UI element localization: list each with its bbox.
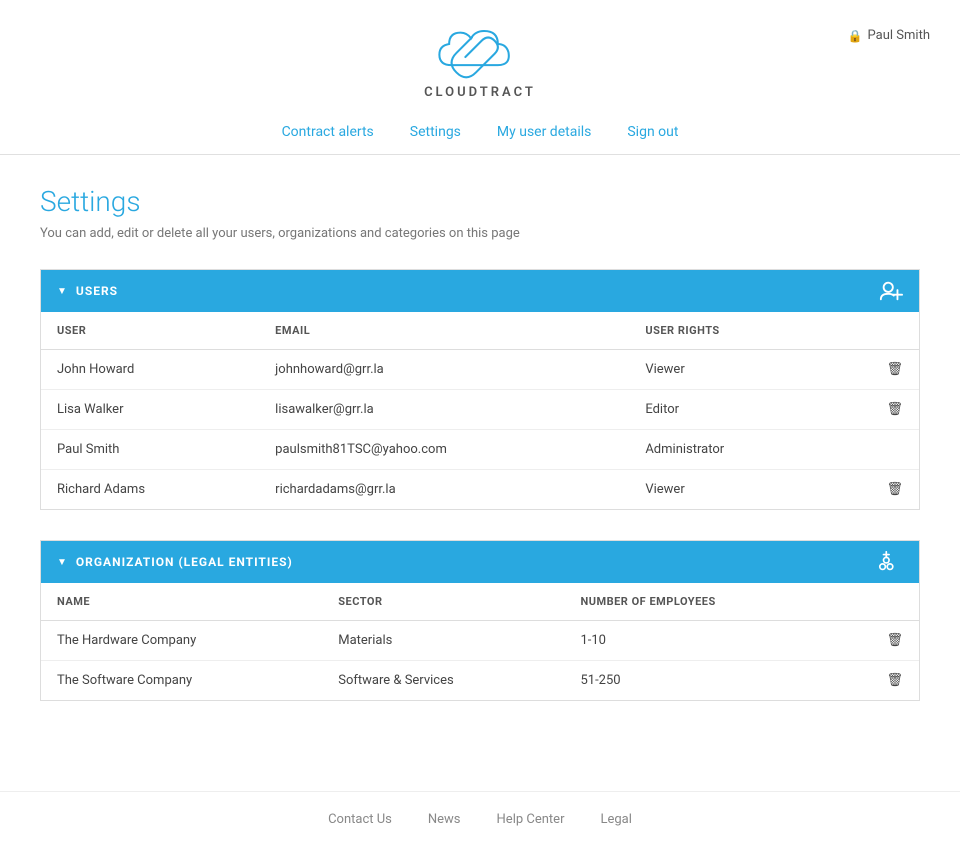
delete-user-button[interactable]: 🗑: [831, 350, 919, 390]
delete-user-button[interactable]: 🗑: [831, 390, 919, 430]
org-sector-cell: Software & Services: [322, 661, 564, 701]
user-name: Paul Smith: [868, 28, 930, 43]
nav-my-user-details[interactable]: My user details: [497, 124, 591, 140]
table-row: Paul Smith paulsmith81TSC@yahoo.com Admi…: [41, 430, 919, 470]
table-row: John Howard johnhoward@grr.la Viewer 🗑: [41, 350, 919, 390]
add-org-button[interactable]: [877, 551, 903, 573]
org-col-sector: SECTOR: [322, 583, 564, 621]
footer-legal[interactable]: Legal: [600, 812, 631, 827]
main-nav: Contract alerts Settings My user details…: [282, 110, 679, 154]
user-email-cell: johnhoward@grr.la: [259, 350, 629, 390]
user-rights-cell: Viewer: [629, 350, 830, 390]
org-col-employees: NUMBER OF EMPLOYEES: [564, 583, 839, 621]
user-email-cell: richardadams@grr.la: [259, 470, 629, 510]
main-content: Settings You can add, edit or delete all…: [20, 155, 940, 791]
user-email-cell: paulsmith81TSC@yahoo.com: [259, 430, 629, 470]
footer: Contact Us News Help Center Legal: [0, 791, 960, 847]
delete-user-button: [831, 430, 919, 470]
org-employees-cell: 51-250: [564, 661, 839, 701]
user-name-cell: John Howard: [41, 350, 259, 390]
nav-settings[interactable]: Settings: [410, 124, 461, 140]
users-col-user: USER: [41, 312, 259, 350]
table-row: Lisa Walker lisawalker@grr.la Editor 🗑: [41, 390, 919, 430]
logo: CLOUDTRACT: [424, 18, 536, 100]
users-col-action: [831, 312, 919, 350]
delete-org-button[interactable]: 🗑: [839, 661, 919, 701]
brand-name: CLOUDTRACT: [424, 85, 536, 100]
table-row: The Software Company Software & Services…: [41, 661, 919, 701]
user-rights-cell: Editor: [629, 390, 830, 430]
user-email-cell: lisawalker@grr.la: [259, 390, 629, 430]
org-name-cell: The Hardware Company: [41, 621, 322, 661]
org-section-header: ▼ ORGANIZATION (LEGAL ENTITIES): [41, 541, 919, 583]
lock-icon: 🔒: [848, 29, 863, 43]
table-row: The Hardware Company Materials 1-10 🗑: [41, 621, 919, 661]
header: CLOUDTRACT 🔒 Paul Smith Contract alerts …: [0, 0, 960, 155]
org-section-title: ▼ ORGANIZATION (LEGAL ENTITIES): [57, 555, 293, 569]
org-section: ▼ ORGANIZATION (LEGAL ENTITIES) NAME SEC…: [40, 540, 920, 701]
org-col-action: [839, 583, 919, 621]
user-name-cell: Richard Adams: [41, 470, 259, 510]
user-rights-cell: Viewer: [629, 470, 830, 510]
nav-contract-alerts[interactable]: Contract alerts: [282, 124, 374, 140]
logo-icon: [430, 18, 530, 83]
org-name-cell: The Software Company: [41, 661, 322, 701]
delete-org-button[interactable]: 🗑: [839, 621, 919, 661]
users-col-rights: USER RIGHTS: [629, 312, 830, 350]
page-title: Settings: [40, 185, 920, 218]
users-table: USER EMAIL USER RIGHTS John Howard johnh…: [41, 312, 919, 509]
users-section: ▼ USERS USER EMAIL USER RIGHTS: [40, 269, 920, 510]
nav-sign-out[interactable]: Sign out: [627, 124, 678, 140]
footer-help[interactable]: Help Center: [497, 812, 565, 827]
users-col-email: EMAIL: [259, 312, 629, 350]
users-section-header: ▼ USERS: [41, 270, 919, 312]
user-name-cell: Paul Smith: [41, 430, 259, 470]
delete-user-button[interactable]: 🗑: [831, 470, 919, 510]
footer-news[interactable]: News: [428, 812, 461, 827]
user-rights-cell: Administrator: [629, 430, 830, 470]
org-chevron-icon[interactable]: ▼: [57, 557, 68, 568]
add-user-button[interactable]: [879, 280, 903, 302]
users-chevron-icon[interactable]: ▼: [57, 286, 68, 297]
users-section-title: ▼ USERS: [57, 284, 118, 298]
user-info: 🔒 Paul Smith: [848, 28, 930, 43]
org-table: NAME SECTOR NUMBER OF EMPLOYEES The Hard…: [41, 583, 919, 700]
org-sector-cell: Materials: [322, 621, 564, 661]
header-top: CLOUDTRACT 🔒 Paul Smith: [0, 18, 960, 110]
table-row: Richard Adams richardadams@grr.la Viewer…: [41, 470, 919, 510]
org-employees-cell: 1-10: [564, 621, 839, 661]
org-col-name: NAME: [41, 583, 322, 621]
user-name-cell: Lisa Walker: [41, 390, 259, 430]
footer-contact[interactable]: Contact Us: [328, 812, 392, 827]
page-subtitle: You can add, edit or delete all your use…: [40, 226, 920, 241]
